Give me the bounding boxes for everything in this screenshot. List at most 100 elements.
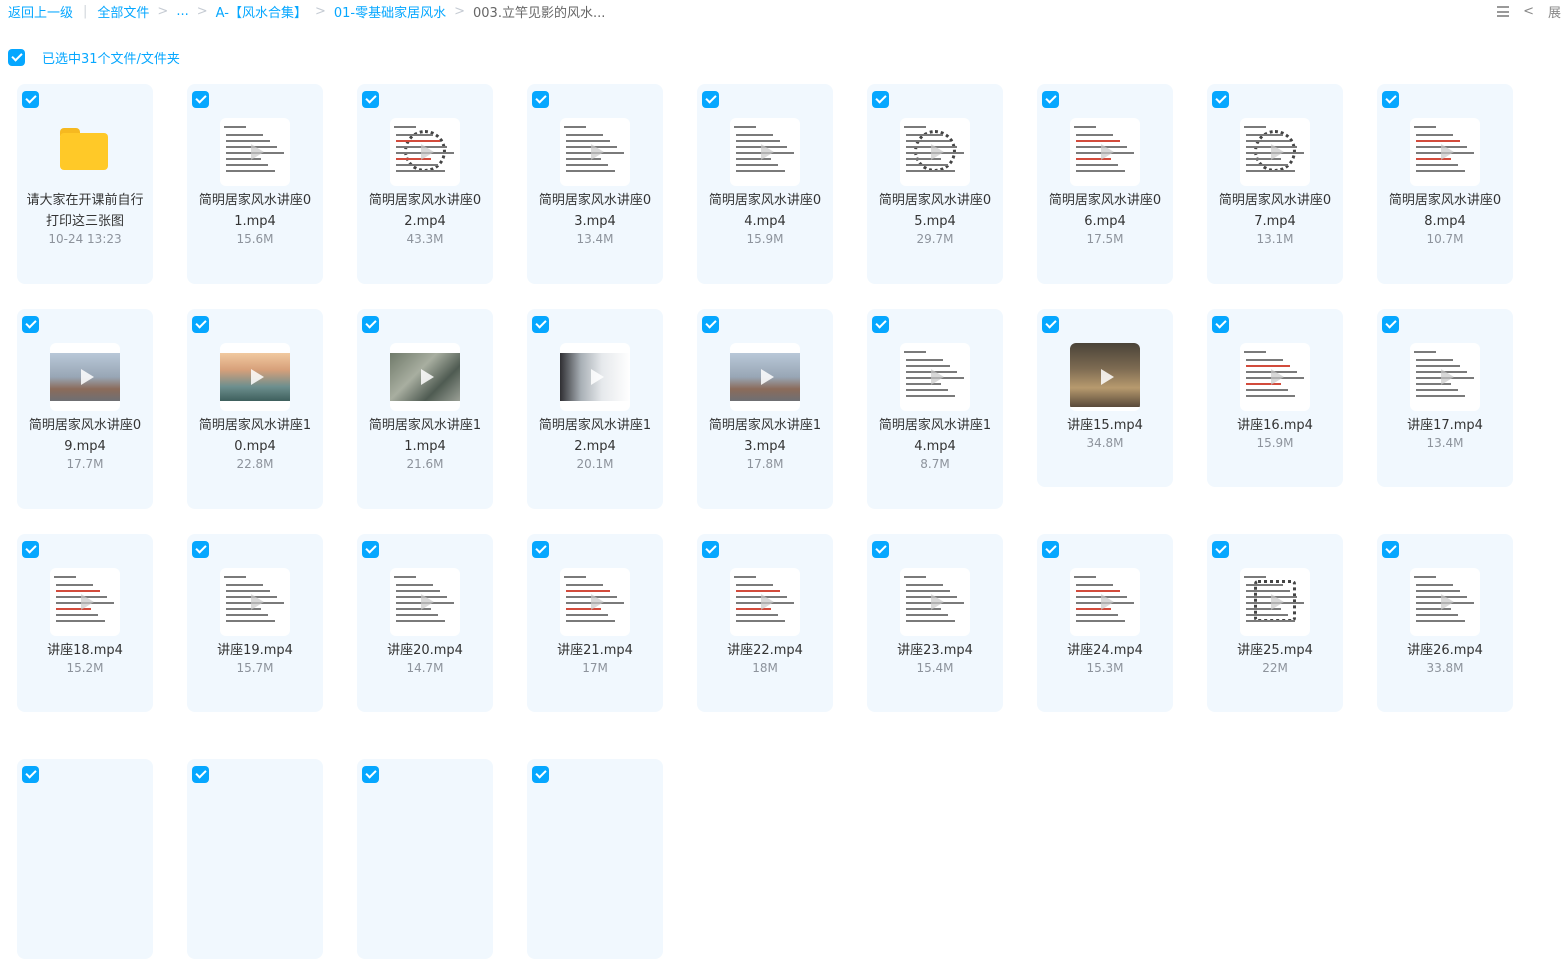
item-checkbox[interactable] [192, 541, 209, 558]
thumb-text-line [906, 140, 950, 142]
file-item[interactable]: 讲座25.mp4 22M [1207, 534, 1343, 712]
breadcrumb: 返回上一级 | 全部文件 > ... > A-【风水合集】 > 01-零基础家居… [8, 2, 605, 21]
file-item[interactable]: 讲座18.mp4 15.2M [17, 534, 153, 712]
item-checkbox[interactable] [872, 91, 889, 108]
file-item[interactable]: 简明居家风水讲座14.mp4 8.7M [867, 309, 1003, 509]
item-checkbox[interactable] [1382, 541, 1399, 558]
folder-item[interactable]: 请大家在开课前自行打印这三张图 10-24 13:23 [17, 84, 153, 284]
video-thumbnail [1240, 343, 1310, 411]
file-item[interactable]: 简明居家风水讲座11.mp4 21.6M [357, 309, 493, 509]
file-item[interactable]: 讲座17.mp4 13.4M [1377, 309, 1513, 487]
expand-label[interactable]: 展 [1548, 2, 1561, 21]
file-item[interactable] [527, 759, 663, 959]
item-checkbox[interactable] [362, 316, 379, 333]
file-item[interactable]: 简明居家风水讲座03.mp4 13.4M [527, 84, 663, 284]
file-item[interactable] [187, 759, 323, 959]
item-checkbox[interactable] [1212, 316, 1229, 333]
thumb-text-line [396, 140, 440, 142]
file-item[interactable]: 简明居家风水讲座05.mp4 29.7M [867, 84, 1003, 284]
item-checkbox[interactable] [702, 91, 719, 108]
item-name: 简明居家风水讲座05.mp4 [878, 193, 992, 229]
file-item[interactable]: 讲座22.mp4 18M [697, 534, 833, 712]
play-icon [81, 369, 94, 385]
play-icon [81, 594, 94, 610]
item-checkbox[interactable] [22, 766, 39, 783]
thumb-text-line [736, 134, 773, 136]
item-checkbox[interactable] [192, 766, 209, 783]
breadcrumb-all-files[interactable]: 全部文件 [97, 2, 149, 21]
select-all-checkbox[interactable] [8, 49, 25, 66]
thumb-text-line [906, 590, 950, 592]
thumb-text-line [1076, 164, 1118, 166]
thumb-text-line [736, 614, 778, 616]
item-checkbox[interactable] [532, 316, 549, 333]
item-checkbox[interactable] [362, 91, 379, 108]
item-name: 讲座16.mp4 [1237, 418, 1313, 433]
video-thumbnail [560, 118, 630, 186]
item-checkbox[interactable] [192, 316, 209, 333]
thumb-text-line [1246, 170, 1295, 172]
thumb-text-line [906, 584, 943, 586]
item-checkbox[interactable] [1212, 91, 1229, 108]
item-size: 15.3M [1086, 661, 1124, 675]
item-checkbox[interactable] [192, 91, 209, 108]
play-icon [1441, 594, 1454, 610]
item-checkbox[interactable] [1382, 91, 1399, 108]
file-item[interactable]: 讲座20.mp4 14.7M [357, 534, 493, 712]
list-view-icon[interactable] [1497, 6, 1510, 17]
file-item[interactable]: 简明居家风水讲座09.mp4 17.7M [17, 309, 153, 509]
back-link[interactable]: 返回上一级 [8, 2, 73, 21]
item-checkbox[interactable] [532, 91, 549, 108]
thumb-text-line [396, 620, 445, 622]
item-name: 讲座19.mp4 [217, 643, 293, 658]
item-checkbox[interactable] [1042, 316, 1059, 333]
item-checkbox[interactable] [362, 766, 379, 783]
file-item[interactable]: 简明居家风水讲座02.mp4 43.3M [357, 84, 493, 284]
file-item[interactable] [357, 759, 493, 959]
play-icon [591, 144, 604, 160]
thumb-text-line [226, 134, 263, 136]
item-checkbox[interactable] [22, 316, 39, 333]
file-item[interactable]: 简明居家风水讲座06.mp4 17.5M [1037, 84, 1173, 284]
file-item[interactable] [17, 759, 153, 959]
file-item[interactable]: 讲座24.mp4 15.3M [1037, 534, 1173, 712]
file-item[interactable]: 简明居家风水讲座07.mp4 13.1M [1207, 84, 1343, 284]
file-item[interactable]: 简明居家风水讲座10.mp4 22.8M [187, 309, 323, 509]
breadcrumb-ellipsis[interactable]: ... [176, 4, 188, 19]
item-checkbox[interactable] [1382, 316, 1399, 333]
thumb-text-line [1416, 395, 1465, 397]
item-checkbox[interactable] [872, 316, 889, 333]
item-checkbox[interactable] [532, 541, 549, 558]
play-icon [1441, 144, 1454, 160]
file-item[interactable]: 讲座16.mp4 15.9M [1207, 309, 1343, 487]
file-item[interactable]: 简明居家风水讲座13.mp4 17.8M [697, 309, 833, 509]
item-checkbox[interactable] [22, 91, 39, 108]
file-item[interactable]: 简明居家风水讲座08.mp4 10.7M [1377, 84, 1513, 284]
thumb-text-line [736, 590, 780, 592]
item-checkbox[interactable] [1042, 91, 1059, 108]
file-item[interactable]: 讲座19.mp4 15.7M [187, 534, 323, 712]
play-icon [421, 369, 434, 385]
item-size: 15.7M [236, 661, 274, 675]
breadcrumb-folder-2[interactable]: 01-零基础家居风水 [334, 2, 446, 21]
item-checkbox[interactable] [702, 541, 719, 558]
item-checkbox[interactable] [532, 766, 549, 783]
item-size: 22.8M [236, 457, 274, 471]
file-item[interactable]: 简明居家风水讲座12.mp4 20.1M [527, 309, 663, 509]
thumb-text-line [1246, 134, 1283, 136]
file-item[interactable]: 讲座26.mp4 33.8M [1377, 534, 1513, 712]
item-checkbox[interactable] [702, 316, 719, 333]
item-checkbox[interactable] [362, 541, 379, 558]
file-item[interactable]: 简明居家风水讲座01.mp4 15.6M [187, 84, 323, 284]
breadcrumb-folder-1[interactable]: A-【风水合集】 [216, 2, 307, 21]
item-checkbox[interactable] [1212, 541, 1229, 558]
thumb-text-line [1246, 164, 1288, 166]
item-checkbox[interactable] [872, 541, 889, 558]
file-item[interactable]: 讲座15.mp4 34.8M [1037, 309, 1173, 487]
file-item[interactable]: 讲座23.mp4 15.4M [867, 534, 1003, 712]
file-item[interactable]: 简明居家风水讲座04.mp4 15.9M [697, 84, 833, 284]
file-item[interactable]: 讲座21.mp4 17M [527, 534, 663, 712]
item-checkbox[interactable] [22, 541, 39, 558]
chevron-left-icon[interactable]: < [1523, 4, 1534, 19]
item-checkbox[interactable] [1042, 541, 1059, 558]
